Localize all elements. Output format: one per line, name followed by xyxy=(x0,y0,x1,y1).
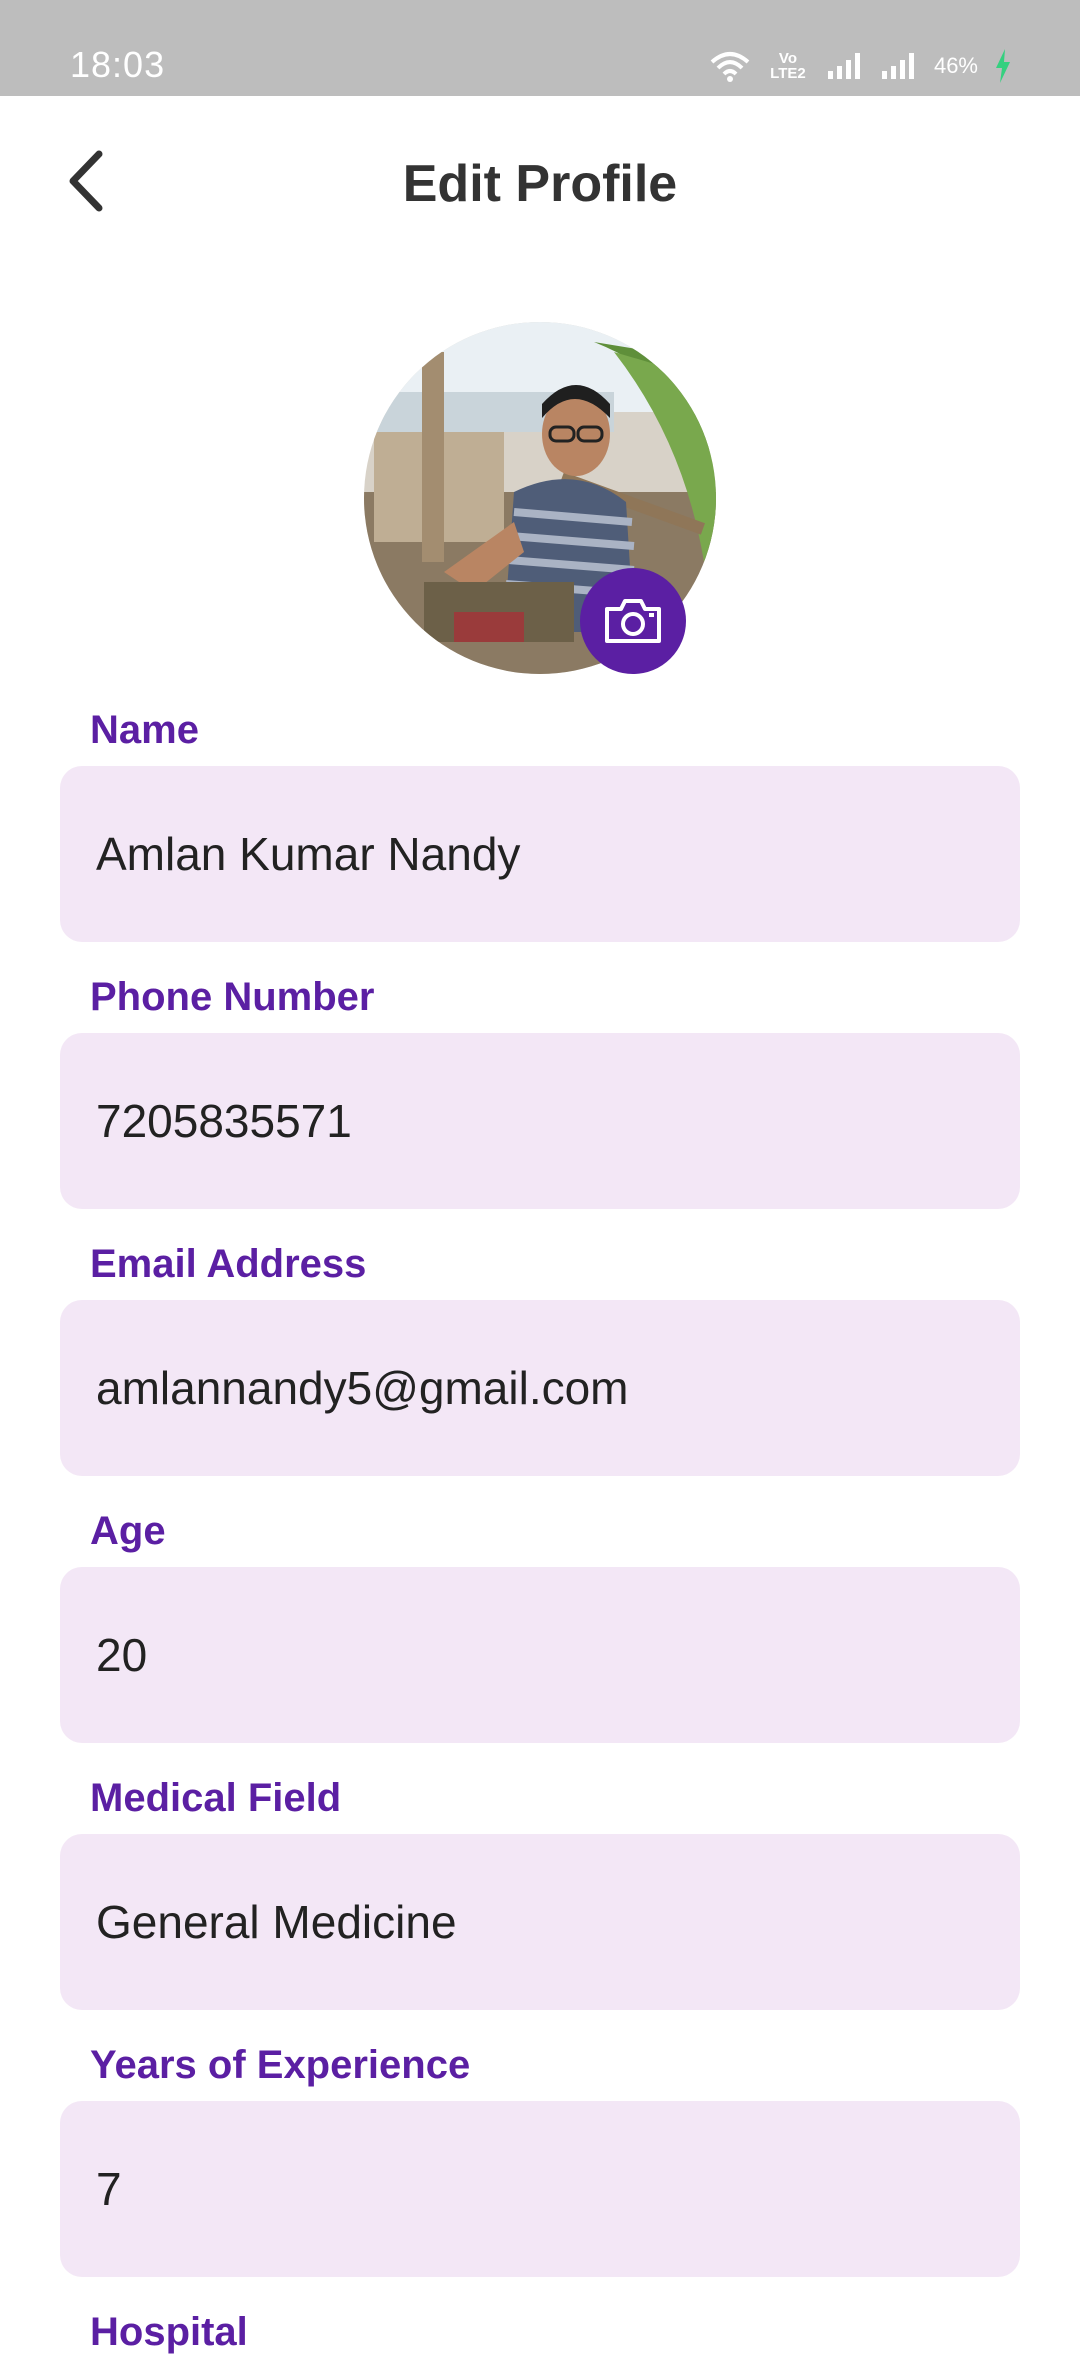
wifi-icon xyxy=(710,52,750,82)
name-input[interactable]: Amlan Kumar Nandy xyxy=(60,766,1020,942)
email-input[interactable]: amlannandy5@gmail.com xyxy=(60,1300,1020,1476)
status-time: 18:03 xyxy=(70,44,166,85)
age-input[interactable]: 20 xyxy=(60,1567,1020,1743)
battery-percent: 46% xyxy=(933,53,978,78)
page-title: Edit Profile xyxy=(402,155,678,213)
change-photo-button[interactable] xyxy=(580,568,686,674)
phone-input[interactable]: 7205835571 xyxy=(60,1033,1020,1209)
phone-label: Phone Number xyxy=(90,975,375,1019)
signal-icon-2 xyxy=(881,53,914,79)
status-icons: Vo LTE2 46% xyxy=(710,46,1012,86)
hospital-label: Hospital xyxy=(90,2310,248,2354)
charging-icon xyxy=(996,49,1010,83)
camera-icon xyxy=(605,599,661,643)
status-bar: 18:03 Vo LTE2 46% xyxy=(0,0,1080,96)
experience-label: Years of Experience xyxy=(90,2043,471,2087)
email-label: Email Address xyxy=(90,1242,367,1286)
app-header: Edit Profile xyxy=(0,96,1080,266)
avatar-section xyxy=(364,322,716,674)
medical-field-label: Medical Field xyxy=(90,1776,342,1820)
experience-input[interactable]: 7 xyxy=(60,2101,1020,2277)
age-label: Age xyxy=(90,1509,166,1553)
volte-icon: Vo LTE2 xyxy=(770,50,806,82)
medical-field-input[interactable]: General Medicine xyxy=(60,1834,1020,2010)
name-label: Name xyxy=(90,708,199,752)
signal-icon-1 xyxy=(827,53,860,79)
